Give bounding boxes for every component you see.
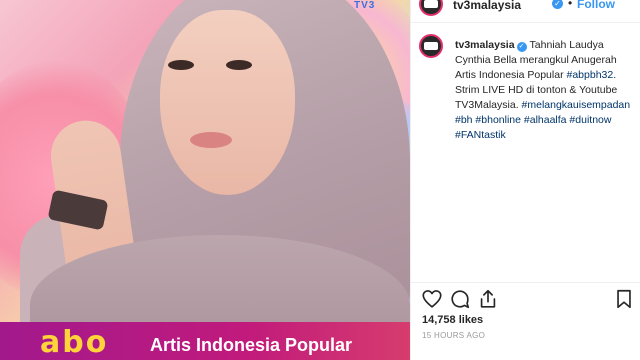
- photo-subject-eye: [226, 60, 252, 70]
- divider: [411, 22, 640, 23]
- award-logo: abo: [40, 325, 109, 360]
- heart-icon[interactable]: [421, 288, 443, 310]
- separator-dot: •: [568, 0, 573, 10]
- post-header: tv3malaysia ✓ • Follow: [411, 0, 640, 16]
- verified-badge-icon: ✓: [552, 0, 563, 9]
- header-username[interactable]: tv3malaysia: [453, 0, 521, 12]
- bookmark-icon[interactable]: [613, 288, 635, 310]
- caption-username[interactable]: tv3malaysia: [455, 39, 515, 51]
- award-title: Artis Indonesia Popular: [150, 335, 353, 355]
- award-banner: abo Artis Indonesia Popular: [0, 322, 410, 360]
- post-timestamp[interactable]: 15 HOURS AGO: [422, 331, 485, 340]
- photo-subject-lips: [190, 132, 232, 148]
- caption-avatar[interactable]: [419, 34, 443, 58]
- hashtag-link[interactable]: #abpbh32: [567, 69, 614, 81]
- tv3-watermark: TV3: [354, 0, 376, 11]
- post-caption: tv3malaysia ✓ Tahniah Laudya Cynthia Bella…: [455, 38, 637, 143]
- action-bar: [411, 288, 640, 310]
- post-image[interactable]: TV3 abo Artis Indonesia Popular: [0, 0, 410, 360]
- photo-subject-eye: [168, 60, 194, 70]
- verified-badge-icon: ✓: [516, 42, 527, 52]
- divider: [411, 282, 640, 283]
- account-avatar[interactable]: [419, 0, 443, 16]
- share-icon[interactable]: [477, 288, 499, 310]
- photo-subject-face: [160, 10, 295, 195]
- like-count[interactable]: 14,758 likes: [422, 314, 483, 326]
- follow-button[interactable]: Follow: [577, 0, 615, 11]
- post-sidebar: tv3malaysia ✓ • Follow tv3malaysia ✓ Tahni…: [410, 0, 640, 360]
- comment-icon[interactable]: [449, 288, 471, 310]
